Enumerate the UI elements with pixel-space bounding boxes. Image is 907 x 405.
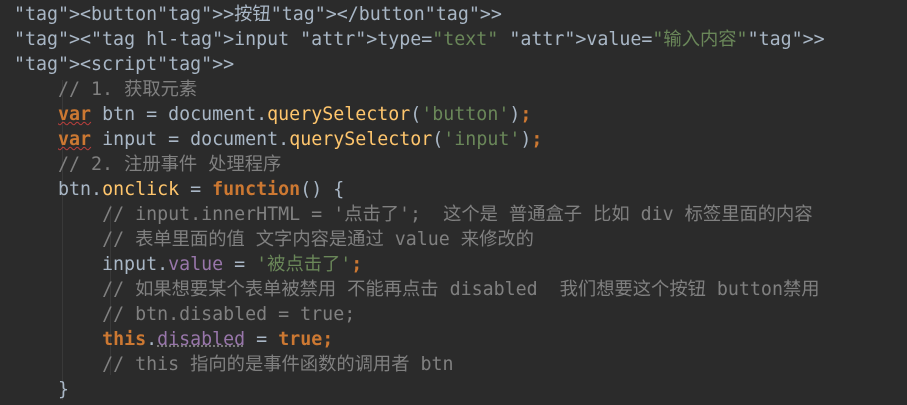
code-line[interactable]: "tag"><script"tag">> bbox=[14, 52, 234, 77]
code-line[interactable]: btn.onclick = function() { bbox=[14, 177, 344, 202]
code-line[interactable]: } bbox=[14, 377, 69, 402]
code-line[interactable]: // 2. 注册事件 处理程序 bbox=[14, 152, 281, 177]
code-line[interactable]: // btn.disabled = true; bbox=[14, 302, 355, 327]
code-line[interactable]: this.disabled = true; bbox=[14, 327, 333, 352]
code-line[interactable]: // input.innerHTML = '点击了'; 这个是 普通盒子 比如 … bbox=[14, 202, 813, 227]
code-editor[interactable]: "tag"><button"tag">>按钮"tag"></button"tag… bbox=[0, 0, 907, 405]
code-line[interactable]: // 如果想要某个表单被禁用 不能再点击 disabled 我们想要这个按钮 b… bbox=[14, 277, 819, 302]
code-line[interactable]: input.value = '被点击了'; bbox=[14, 252, 362, 277]
code-line[interactable]: var btn = document.querySelector('button… bbox=[14, 102, 531, 127]
code-line[interactable]: // 表单里面的值 文字内容是通过 value 来修改的 bbox=[14, 227, 534, 252]
code-line[interactable]: // 1. 获取元素 bbox=[14, 77, 197, 102]
code-line[interactable]: "tag"><"tag hl-tag">input "attr">type="t… bbox=[14, 27, 825, 52]
code-line[interactable]: // this 指向的是事件函数的调用者 btn bbox=[14, 352, 453, 377]
code-line[interactable]: var input = document.querySelector('inpu… bbox=[14, 127, 542, 152]
code-line[interactable]: "tag"><button"tag">>按钮"tag"></button"tag… bbox=[14, 2, 502, 27]
